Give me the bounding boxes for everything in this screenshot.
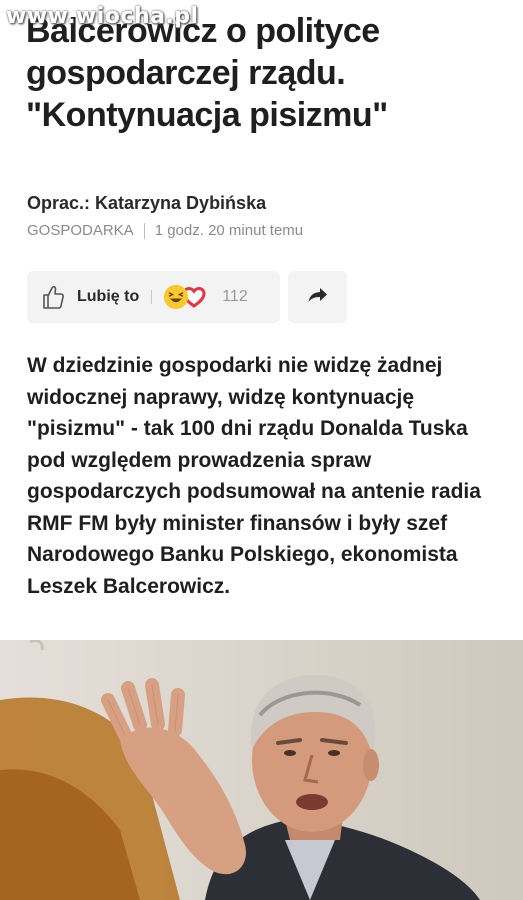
reaction-icons[interactable] [164, 285, 206, 309]
article-photo[interactable] [0, 640, 523, 900]
reaction-count: 112 [222, 288, 248, 305]
publish-time: 1 godz. 20 minut temu [154, 222, 304, 239]
portrait-image [0, 640, 523, 900]
category-link[interactable]: GOSPODARKA [27, 222, 134, 239]
article-lead: W dziedzinie gospodarki nie widzę żadnej… [27, 354, 481, 598]
meta-divider [143, 222, 145, 239]
share-button[interactable] [288, 271, 347, 323]
like-button[interactable]: Lubię to 112 [27, 271, 280, 323]
thumbs-up-icon [41, 284, 65, 310]
like-label: Lubię to [77, 288, 140, 305]
author-byline[interactable]: Oprac.: Katarzyna Dybińska [27, 193, 266, 214]
watermark: www.wiocha.pl [6, 4, 199, 29]
article-meta: GOSPODARKA 1 godz. 20 minut temu [27, 222, 303, 239]
laughing-face-icon [164, 285, 189, 309]
like-divider [151, 290, 153, 304]
share-arrow-icon [307, 286, 329, 309]
reaction-bar: Lubię to 112 [27, 271, 347, 323]
